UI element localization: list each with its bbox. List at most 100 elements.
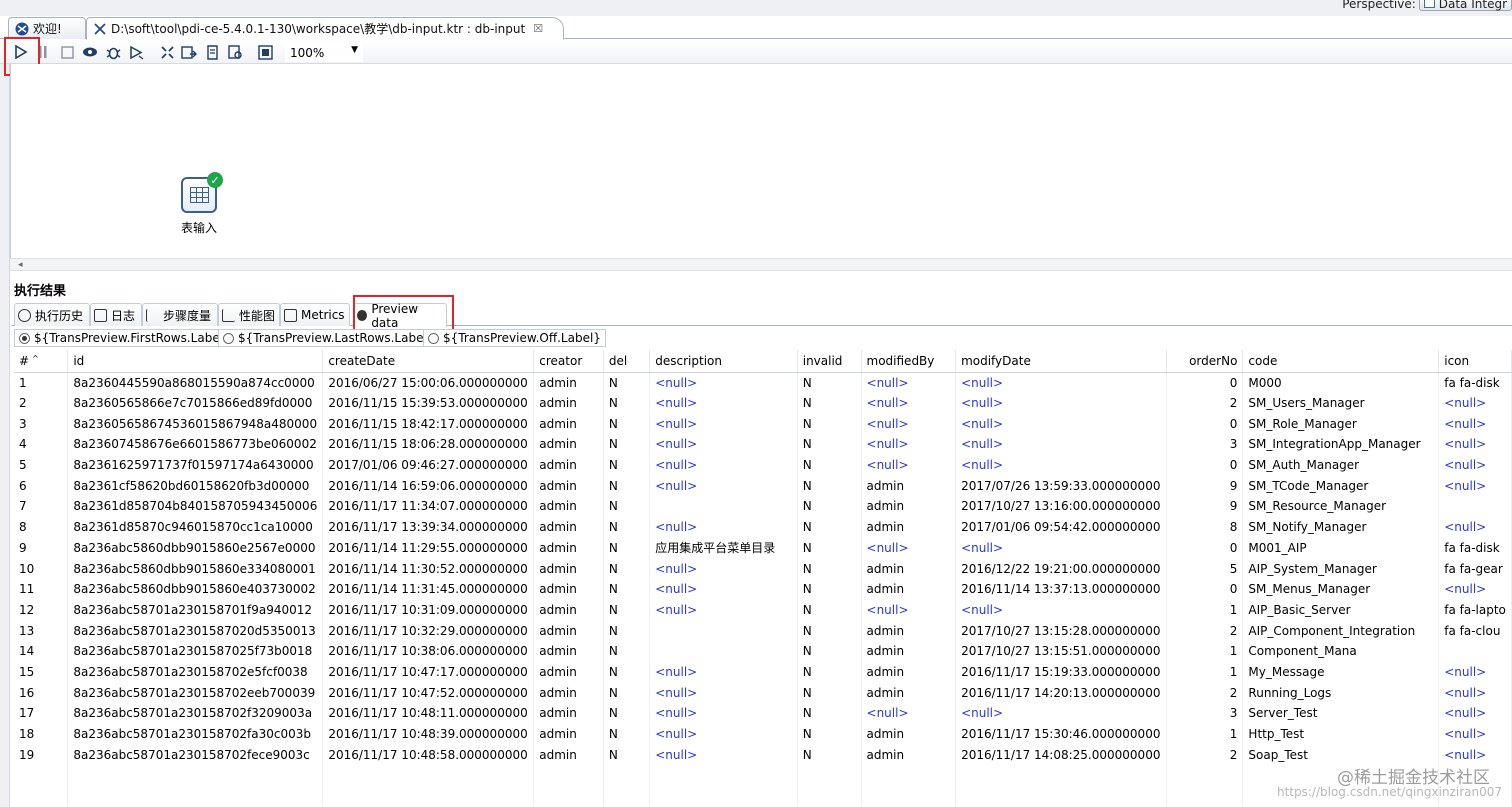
tab-execution-history-label: 执行历史 — [35, 308, 84, 323]
perspective-button[interactable]: Data Integr — [1418, 0, 1512, 11]
table-cell: 2016/11/14 11:31:45.000000000 — [322, 578, 535, 600]
show-results-icon[interactable] — [256, 43, 274, 61]
column-header-del[interactable]: del — [603, 350, 651, 373]
table-row[interactable]: 15 8a236abc58701a230158702e5fcf0038 2016/1… — [14, 661, 1512, 683]
table-cell: 2017/10/27 13:15:28.000000000 — [955, 620, 1167, 641]
column-header-id[interactable]: id — [67, 350, 324, 373]
table-cell: admin — [861, 682, 957, 703]
verify-icon[interactable] — [158, 43, 176, 61]
table-cell: N — [603, 496, 651, 517]
table-row[interactable]: 4 8a23607458676e6601586773be060002 2016/11… — [14, 434, 1512, 455]
column-header-orderno[interactable]: orderNo — [1166, 350, 1244, 373]
table-cell: 2016/11/14 13:37:13.000000000 — [955, 578, 1167, 600]
table-row[interactable]: 3 8a23605658674536015867948a480000 2016/11… — [14, 413, 1512, 435]
radio-off[interactable]: ${TransPreview.Off.Label} — [423, 329, 606, 347]
table-cell: <null> — [861, 537, 957, 559]
table-row[interactable]: 8 8a2361d85870c946015870cc1ca10000 2016/11… — [14, 516, 1512, 538]
table-row[interactable]: 2 8a2360565866e7c7015866ed89fd0000 2016/11… — [14, 392, 1512, 414]
table-cell: 2017/10/27 13:15:51.000000000 — [955, 640, 1167, 662]
table-row[interactable]: 1 8a2360445590a868015590a874cc0000 2016/06… — [14, 372, 1512, 393]
table-cell: 17 — [14, 703, 69, 724]
canvas-horizontal-scrollbar[interactable]: ◂ — [10, 258, 1512, 271]
table-cell: 6 — [14, 475, 69, 497]
tab-execution-history[interactable]: 执行历史 — [14, 303, 90, 326]
table-row[interactable]: 13 8a236abc58701a2301587020d5350013 2016/1… — [14, 620, 1512, 641]
table-cell: <null> — [955, 537, 1167, 559]
table-cell: N — [603, 392, 651, 414]
table-cell: admin — [533, 516, 604, 538]
table-cell: Http_Test — [1242, 723, 1440, 745]
table-row[interactable]: 18 8a236abc58701a230158702fa30c003b 2016/1… — [14, 723, 1512, 745]
tab-step-metrics[interactable]: 步骤度量 — [142, 303, 218, 326]
preview-eye-icon[interactable] — [81, 43, 99, 61]
table-row[interactable]: 7 8a2361d858704b840158705943450006 2016/11… — [14, 496, 1512, 517]
replay-icon[interactable] — [127, 43, 145, 61]
empty-cell — [797, 785, 862, 807]
column-header-code[interactable]: code — [1242, 350, 1440, 373]
column-header-createdate[interactable]: createDate — [322, 350, 535, 373]
sql-icon[interactable] — [203, 43, 221, 61]
table-cell: admin — [861, 723, 957, 745]
table-row[interactable]: 12 8a236abc58701a230158701f9a940012 2016/1… — [14, 599, 1512, 621]
tab-log[interactable]: 日志 — [90, 303, 142, 326]
table-cell: 2016/11/14 11:30:52.000000000 — [322, 558, 535, 579]
table-cell: <null> — [649, 516, 798, 538]
table-cell: <null> — [649, 661, 798, 683]
table-cell: 0 — [1166, 372, 1244, 393]
welcome-icon — [15, 22, 29, 35]
table-cell: fa fa-lapto — [1438, 599, 1512, 621]
tab-metrics[interactable]: Metrics — [280, 303, 350, 326]
table-cell: SM_Menus_Manager — [1242, 578, 1440, 600]
explore-db-icon[interactable] — [226, 43, 244, 61]
transformation-canvas[interactable]: ✓ 表输入 — [10, 64, 1512, 258]
table-row[interactable]: 6 8a2361cf58620bd60158620fb3d00000 2016/11… — [14, 475, 1512, 497]
preview-data-grid[interactable]: # ^ id createDate creator del description inval… — [14, 350, 1512, 807]
table-cell: N — [603, 682, 651, 703]
table-row[interactable]: 16 8a236abc58701a230158702eeb700039 2016/1… — [14, 682, 1512, 703]
table-row[interactable]: 5 8a2361625971737f01597174a6430000 2017/01… — [14, 454, 1512, 476]
column-header-description[interactable]: description — [649, 350, 798, 373]
table-cell: <null> — [861, 454, 957, 476]
table-row[interactable]: 14 8a236abc58701a2301587025f73b0018 2016/1… — [14, 640, 1512, 662]
tab-welcome[interactable]: 欢迎! — [8, 17, 86, 39]
column-header-icon[interactable]: icon — [1438, 350, 1512, 373]
table-cell: <null> — [861, 372, 957, 393]
radio-first-rows[interactable]: ${TransPreview.FirstRows.Label} — [14, 329, 236, 347]
zoom-select[interactable]: 100% ▼ — [285, 43, 363, 62]
table-cell: <null> — [861, 392, 957, 414]
table-cell: 1 — [1166, 640, 1244, 662]
table-cell: 8a236abc58701a230158702eeb700039 — [67, 682, 324, 703]
table-cell: <null> — [1438, 475, 1512, 497]
table-cell: 1 — [14, 372, 69, 393]
impact-icon[interactable] — [180, 43, 198, 61]
table-cell: 1 — [1166, 723, 1244, 745]
table-cell: 8a236abc58701a2301587025f73b0018 — [67, 640, 324, 662]
table-row[interactable]: 11 8a236abc5860dbb9015860e403730002 2016/1… — [14, 578, 1512, 600]
table-row[interactable]: 17 8a236abc58701a230158702f3209003a 2016/1… — [14, 703, 1512, 724]
tab-db-input[interactable]: D:\soft\tool\pdi-ce-5.4.0.1-130\workspac… — [86, 17, 564, 40]
column-header-creator[interactable]: creator — [533, 350, 604, 373]
column-header-index[interactable]: # ^ — [14, 350, 69, 373]
table-cell: 应用集成平台菜单目录 — [649, 537, 798, 559]
table-row[interactable]: 19 8a236abc58701a230158702fece9003c 2016/1… — [14, 744, 1512, 766]
debug-bug-icon[interactable] — [104, 43, 122, 61]
table-cell: admin — [533, 661, 604, 683]
radio-last-rows[interactable]: ${TransPreview.LastRows.Label} — [218, 329, 440, 347]
column-header-modifiedby[interactable]: modifiedBy — [861, 350, 957, 373]
table-cell: 8a236abc58701a230158702fece9003c — [67, 744, 324, 766]
table-cell: fa fa-gear — [1438, 558, 1512, 579]
table-row[interactable]: 10 8a236abc5860dbb9015860e334080001 2016/1… — [14, 558, 1512, 579]
scroll-left-icon[interactable]: ◂ — [18, 260, 23, 270]
close-tab-icon[interactable]: ☒ — [533, 22, 543, 35]
table-cell: 8a236abc58701a230158702fa30c003b — [67, 723, 324, 745]
table-cell: N — [797, 640, 862, 662]
table-cell: 8a2360565866e7c7015866ed89fd0000 — [67, 392, 324, 414]
table-cell: N — [797, 454, 862, 476]
table-row[interactable]: 9 8a236abc5860dbb9015860e2567e0000 2016/11… — [14, 537, 1512, 559]
column-header-invalid[interactable]: invalid — [797, 350, 862, 373]
table-cell: <null> — [649, 682, 798, 703]
stop-icon[interactable] — [58, 43, 76, 61]
column-header-modifydate[interactable]: modifyDate — [955, 350, 1167, 373]
table-cell: 2016/06/27 15:00:06.000000000 — [322, 372, 535, 393]
tab-performance-graph[interactable]: 性能图 — [218, 303, 280, 326]
